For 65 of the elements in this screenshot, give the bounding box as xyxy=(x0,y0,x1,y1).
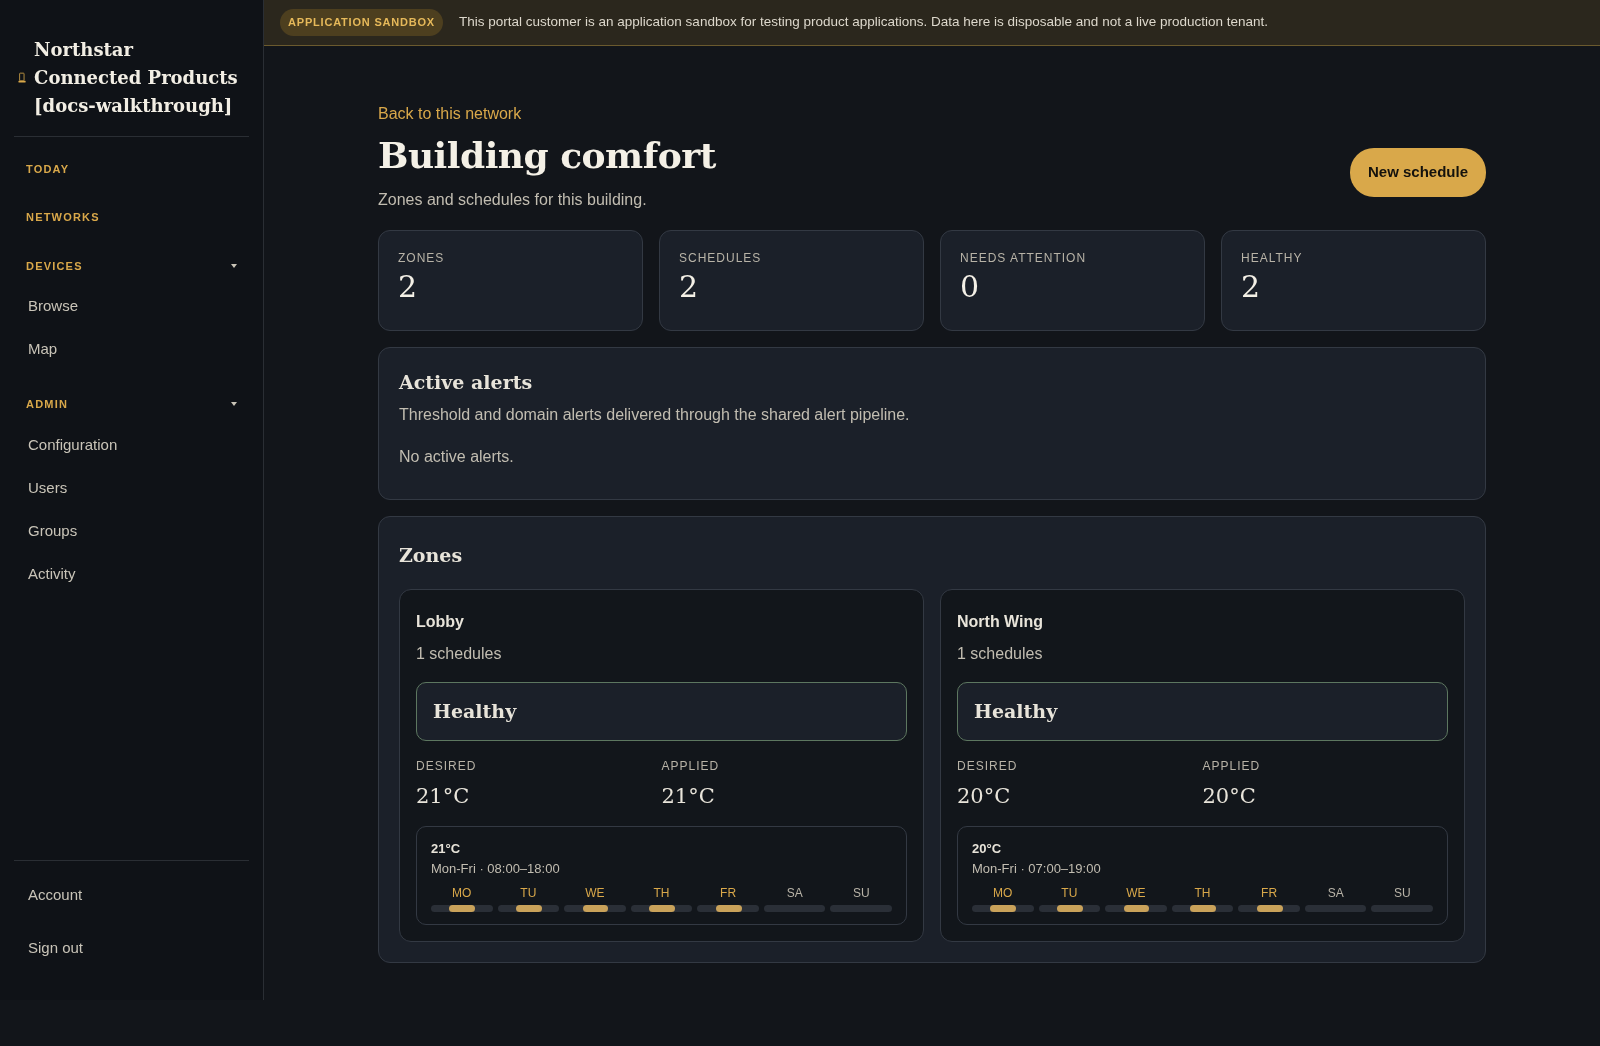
day-label: TH xyxy=(652,885,671,902)
schedule-time: Mon-Fri · 08:00–18:00 xyxy=(431,859,561,878)
schedule-count: 1 schedules xyxy=(416,644,503,664)
zone-name: North Wing xyxy=(957,612,1045,632)
nav-link[interactable]: DEVICES xyxy=(14,257,95,275)
panel-title: Active alerts xyxy=(399,370,534,395)
day-label: SU xyxy=(1392,885,1412,902)
day-label: SA xyxy=(1326,885,1345,902)
status-panel: Healthy xyxy=(957,682,1448,741)
nav-link[interactable]: Map xyxy=(14,338,72,361)
schedule-temp: 21°C xyxy=(431,840,462,858)
temp-label: APPLIED xyxy=(1202,757,1262,775)
nav-link[interactable]: NETWORKS xyxy=(14,209,112,226)
nav-link[interactable]: Groups xyxy=(14,519,92,543)
zone-name: Lobby xyxy=(416,612,465,632)
temp-label: DESIRED xyxy=(957,757,1019,775)
stat-value: 2 xyxy=(679,268,700,306)
schedule-temp: 20°C xyxy=(972,840,1003,858)
day-label: SU xyxy=(851,885,871,902)
nav-link[interactable]: Configuration xyxy=(14,433,132,457)
nav-link[interactable]: ADMIN xyxy=(14,396,81,413)
temp-label: APPLIED xyxy=(661,757,721,775)
stat-label: ZONES xyxy=(398,250,446,267)
sandbox-badge: APPLICATION SANDBOX xyxy=(280,9,443,36)
day-label: TU xyxy=(1060,885,1079,902)
day-label: FR xyxy=(719,885,738,902)
nav-link[interactable]: Users xyxy=(14,476,82,500)
page-title: Building comfort xyxy=(378,133,716,178)
stat-label: SCHEDULES xyxy=(679,250,763,267)
nav-link[interactable]: Browse xyxy=(14,295,93,318)
day-label: TH xyxy=(1193,885,1212,902)
temp-value: 21°C xyxy=(416,782,471,810)
stat-label: NEEDS ATTENTION xyxy=(960,250,1088,267)
caret-icon[interactable] xyxy=(231,262,237,269)
nav-link[interactable]: Activity xyxy=(14,562,90,586)
day-label: SA xyxy=(785,885,804,902)
temp-value: 21°C xyxy=(661,782,716,810)
day-label: WE xyxy=(1125,885,1147,902)
caret-icon[interactable] xyxy=(231,401,237,408)
stat-value: 2 xyxy=(1241,268,1262,306)
day-label: MO xyxy=(992,885,1014,902)
nav-link[interactable]: Sign out xyxy=(14,937,98,960)
day-label: TU xyxy=(519,885,538,902)
back-link[interactable]: Back to this network xyxy=(378,105,522,122)
stat-value: 0 xyxy=(960,268,981,306)
banner-text: This portal customer is an application sandbox for testing product applications. Data here is disposable and not a live production tenant. xyxy=(459,13,1268,32)
schedule-count: 1 schedules xyxy=(957,644,1044,664)
page-subtitle: Zones and schedules for this building. xyxy=(378,190,648,210)
panel-title: Zones xyxy=(399,542,464,568)
day-label: WE xyxy=(584,885,606,902)
empty-message: No active alerts. xyxy=(399,446,515,467)
day-label: MO xyxy=(451,885,473,902)
nav-link[interactable]: Account xyxy=(14,884,97,907)
nav-link[interactable]: TODAY xyxy=(14,160,82,178)
stat-value: 2 xyxy=(398,268,419,306)
brand-name: Northstar Connected Products [docs-walkthrough] xyxy=(34,38,239,118)
temp-label: DESIRED xyxy=(416,757,478,775)
stat-label: HEALTHY xyxy=(1241,250,1304,267)
temp-value: 20°C xyxy=(957,782,1012,810)
schedule-time: Mon-Fri · 07:00–19:00 xyxy=(972,859,1102,878)
panel-description: Threshold and domain alerts delivered through the shared alert pipeline. xyxy=(399,404,911,425)
day-label: FR xyxy=(1260,885,1279,902)
new-schedule-button[interactable]: New schedule xyxy=(1349,148,1486,197)
temp-value: 20°C xyxy=(1202,782,1257,810)
status-panel: Healthy xyxy=(416,682,907,741)
